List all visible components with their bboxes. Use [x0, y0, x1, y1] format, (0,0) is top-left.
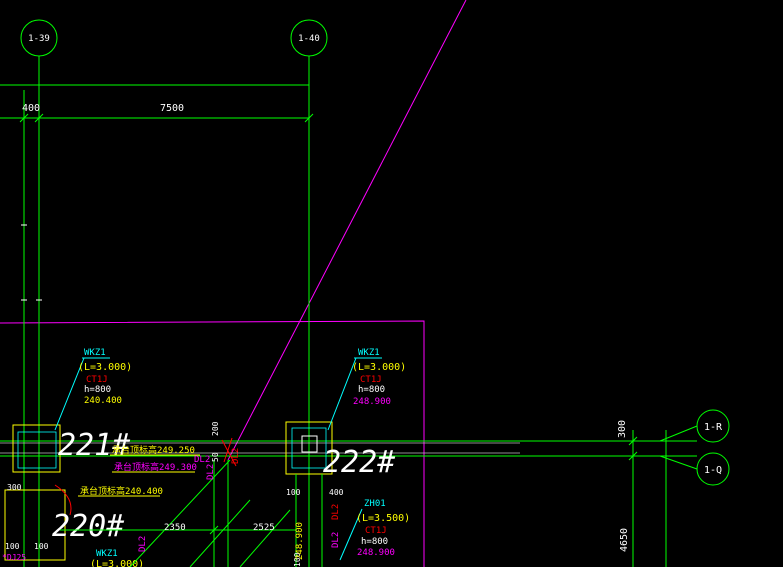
col3-tag: ZH01: [364, 499, 386, 509]
room-label-222: 222#: [323, 445, 396, 480]
elevation-248-900-vertical: 248.900: [295, 522, 305, 560]
beam-label-dl2: DL2: [331, 504, 341, 520]
dim-2525: 2525: [253, 523, 275, 533]
green-diagonal-3: [239, 509, 291, 567]
beam-label-dl2: DL2: [194, 455, 210, 465]
dim-300-b: 300: [7, 483, 22, 492]
col2-height: h=800: [358, 385, 385, 395]
dim-400-b: 400: [329, 488, 344, 497]
col3-height: h=800: [361, 537, 388, 547]
axis-label-1-Q: 1-Q: [704, 465, 722, 476]
note-cap-top-249-300: 承台顶标高249.300: [114, 461, 197, 473]
col2-length: (L=3.000): [352, 362, 406, 373]
cad-drawing-canvas[interactable]: 1-39 1-40 400 7500 1-R 1-Q 300 4650 221#…: [0, 0, 783, 567]
col2-cap: CT1J: [360, 375, 382, 385]
col1-cap: CT1J: [86, 375, 108, 385]
room-label-220: 220#: [52, 509, 125, 544]
dim-4650: 4650: [619, 528, 630, 552]
col2-elevation: 248.900: [353, 397, 391, 407]
col1-tag: WKZ1: [84, 348, 106, 358]
col4-tag: WKZ1: [96, 549, 118, 559]
col1-height: h=800: [84, 385, 111, 395]
dim-300-right: 300: [617, 420, 628, 438]
col3-length: (L=3.500): [356, 513, 410, 524]
dim-400: 400: [22, 103, 40, 114]
beam-label-dl2: DL2: [206, 464, 216, 480]
dim-200: 200: [211, 421, 220, 436]
axis-label-1-40: 1-40: [298, 34, 320, 44]
col3-cap: CT1J: [365, 526, 387, 536]
dim-7500: 7500: [160, 103, 184, 114]
axis-label-1-39: 1-39: [28, 34, 50, 44]
beam-label-dl2: DL2: [231, 448, 241, 464]
col3-elevation: 248.900: [357, 548, 395, 558]
diagonal-guide-line: [227, 0, 467, 461]
green-diagonal-2: [189, 499, 251, 567]
dim-100-a: 100: [286, 488, 301, 497]
beam-label-dl2: DL2: [138, 536, 148, 552]
dim-100-c: 100: [34, 542, 49, 551]
col1-length: (L=3.000): [78, 362, 132, 373]
dim-2350: 2350: [164, 523, 186, 533]
axis-label-1-R: 1-R: [704, 422, 723, 433]
pile-tag-dj25: *DJ25: [2, 553, 26, 562]
note-cap-top-249-250: 承台顶标高249.250: [112, 444, 195, 456]
beam-label-dl2: DL2: [331, 532, 341, 548]
col2-tag: WKZ1: [358, 348, 380, 358]
dim-100-b: 100: [5, 542, 20, 551]
note-cap-top-240-400: 承台顶标高240.400: [80, 485, 163, 497]
col1-elevation: 240.400: [84, 396, 122, 406]
dim-50: 50: [211, 452, 220, 462]
